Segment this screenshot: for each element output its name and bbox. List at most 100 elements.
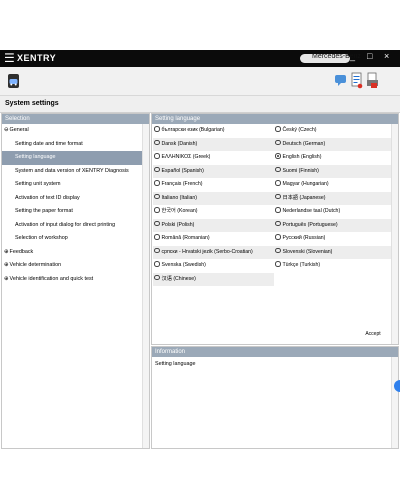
language-label: Slovenski (Slovenian) bbox=[282, 248, 333, 255]
radio-button[interactable] bbox=[154, 234, 160, 240]
language-label: ΕΛΛΗΝΙΚΟΣ (Greek) bbox=[161, 154, 211, 160]
language-option[interactable]: Русский (Russian) bbox=[274, 232, 395, 246]
tree-item[interactable]: System and data version of XENTRY Diagno… bbox=[2, 165, 144, 179]
language-option[interactable]: Polski (Polish) bbox=[153, 218, 274, 232]
hamburger-menu-icon[interactable]: ☰ bbox=[4, 52, 15, 64]
language-option[interactable]: Svenska (Swedish) bbox=[153, 259, 274, 273]
language-option[interactable]: ΕΛΛΗΝΙΚΟΣ (Greek) bbox=[153, 151, 274, 165]
language-option[interactable]: Deutsch (German) bbox=[274, 137, 395, 151]
tree-item[interactable]: ⊕Vehicle determination bbox=[2, 259, 144, 273]
language-option[interactable]: Português (Portuguese) bbox=[274, 218, 395, 232]
radio-button[interactable] bbox=[275, 180, 281, 186]
tree-item[interactable]: ⊕Vehicle identification and quick test bbox=[2, 273, 144, 287]
tree-item-label: Setting the paper format bbox=[15, 208, 73, 214]
tree-item[interactable]: Setting unit system bbox=[2, 178, 144, 192]
selection-scrollbar[interactable] bbox=[142, 124, 149, 448]
language-option[interactable]: Slovenski (Slovenian) bbox=[274, 245, 395, 259]
tree-item[interactable]: ⊕Feedback bbox=[2, 246, 144, 260]
tree-item-label: System and data version of XENTRY Diagno… bbox=[15, 167, 129, 174]
language-label: Český (Czech) bbox=[282, 127, 317, 133]
language-option[interactable]: 한국어 (Korean) bbox=[153, 205, 274, 219]
language-option[interactable]: English (English) bbox=[274, 151, 395, 165]
language-option[interactable]: Magyar (Hungarian) bbox=[274, 178, 395, 192]
language-label: Italiano (Italian) bbox=[161, 194, 197, 201]
radio-button[interactable] bbox=[154, 153, 160, 159]
radio-button[interactable] bbox=[275, 247, 281, 254]
tree-item[interactable]: Selection of workshop bbox=[2, 232, 144, 246]
radio-button[interactable] bbox=[154, 139, 160, 146]
tree-item[interactable]: Setting language bbox=[2, 151, 144, 165]
language-option[interactable]: Suomi (Finnish) bbox=[274, 164, 395, 178]
radio-button[interactable] bbox=[154, 166, 160, 173]
language-option[interactable]: Español (Spanish) bbox=[153, 164, 274, 178]
language-label: Magyar (Hungarian) bbox=[282, 181, 329, 187]
language-option[interactable]: Français (French) bbox=[153, 178, 274, 192]
tree-item-label: Feedback bbox=[9, 248, 34, 255]
radio-button[interactable] bbox=[275, 234, 281, 240]
help-icon[interactable] bbox=[394, 380, 400, 392]
language-label: Deutsch (German) bbox=[282, 140, 326, 147]
radio-button[interactable] bbox=[275, 261, 281, 267]
radio-button[interactable] bbox=[275, 139, 281, 146]
language-option[interactable]: Română (Romanian) bbox=[153, 232, 274, 246]
radio-button[interactable] bbox=[275, 220, 281, 227]
language-label: 汉语 (Chinese) bbox=[161, 275, 196, 282]
language-option[interactable]: српски - Hrvatski jezik (Serbo-Croatian) bbox=[153, 245, 274, 259]
language-label: српски - Hrvatski jezik (Serbo-Croatian) bbox=[161, 248, 253, 255]
tree-item-label: Activation of text ID display bbox=[15, 194, 80, 201]
radio-button[interactable] bbox=[154, 126, 160, 132]
radio-button[interactable] bbox=[275, 126, 281, 132]
car-icon[interactable] bbox=[8, 74, 19, 88]
radio-button[interactable] bbox=[154, 180, 160, 186]
expand-icon[interactable]: ⊕ bbox=[4, 276, 9, 282]
information-text: Setting language bbox=[155, 361, 196, 367]
expand-icon[interactable]: ⊕ bbox=[4, 249, 9, 255]
language-label: Svenska (Swedish) bbox=[161, 262, 206, 268]
language-label: Suomi (Finnish) bbox=[282, 167, 319, 174]
maximize-button[interactable]: □ bbox=[367, 51, 372, 61]
tree-item[interactable]: Activation of text ID display bbox=[2, 192, 144, 206]
language-option[interactable]: 汉语 (Chinese) bbox=[153, 272, 274, 286]
radio-button[interactable] bbox=[275, 153, 281, 159]
language-option[interactable]: Italiano (Italian) bbox=[153, 191, 274, 205]
radio-button[interactable] bbox=[154, 261, 160, 267]
tree-item-label: Selection of workshop bbox=[15, 235, 68, 241]
radio-button[interactable] bbox=[275, 166, 281, 173]
radio-button[interactable] bbox=[275, 207, 281, 213]
tree-item[interactable]: ⊖General bbox=[2, 124, 144, 138]
radio-button[interactable] bbox=[275, 193, 281, 200]
radio-button[interactable] bbox=[154, 274, 160, 281]
tree-item-label: Setting unit system bbox=[15, 181, 61, 187]
collapse-icon[interactable]: ⊖ bbox=[4, 127, 9, 133]
information-scrollbar[interactable] bbox=[391, 357, 398, 448]
language-panel: Setting language български език (Bulgari… bbox=[151, 113, 399, 345]
language-option[interactable]: Türkçe (Turkish) bbox=[274, 259, 395, 273]
radio-button[interactable] bbox=[154, 220, 160, 227]
tree-item[interactable]: Setting date and time format bbox=[2, 138, 144, 152]
radio-button[interactable] bbox=[154, 193, 160, 200]
accept-button[interactable]: Accept bbox=[358, 328, 388, 340]
language-scrollbar[interactable] bbox=[391, 124, 398, 344]
tree-item[interactable]: Setting the paper format bbox=[2, 205, 144, 219]
language-option[interactable]: Dansk (Danish) bbox=[153, 137, 274, 151]
radio-button[interactable] bbox=[154, 207, 160, 213]
expand-icon[interactable]: ⊕ bbox=[4, 262, 9, 268]
tree-item-label: Vehicle determination bbox=[9, 262, 62, 268]
print-icon[interactable] bbox=[366, 71, 379, 90]
close-button[interactable]: × bbox=[384, 51, 389, 61]
selection-panel-header: Selection bbox=[2, 114, 149, 124]
language-option[interactable]: 日本語 (Japanese) bbox=[274, 191, 395, 205]
tree-item[interactable]: Activation of input dialog for direct pr… bbox=[2, 219, 144, 233]
radio-button[interactable] bbox=[154, 247, 160, 254]
document-icon[interactable] bbox=[350, 71, 363, 90]
information-panel: Information Setting language bbox=[151, 346, 399, 449]
chat-icon[interactable] bbox=[334, 71, 347, 90]
language-option[interactable]: Nederlandse taal (Dutch) bbox=[274, 205, 395, 219]
app-title: XENTRY bbox=[17, 53, 57, 63]
information-panel-header: Information bbox=[152, 347, 398, 357]
language-option[interactable]: Český (Czech) bbox=[274, 124, 395, 138]
settings-tree: ⊖General Setting date and time format Sett… bbox=[2, 124, 144, 286]
language-label: Română (Romanian) bbox=[161, 235, 210, 241]
minimize-button[interactable]: _ bbox=[350, 51, 355, 61]
language-option[interactable]: български език (Bulgarian) bbox=[153, 124, 274, 138]
